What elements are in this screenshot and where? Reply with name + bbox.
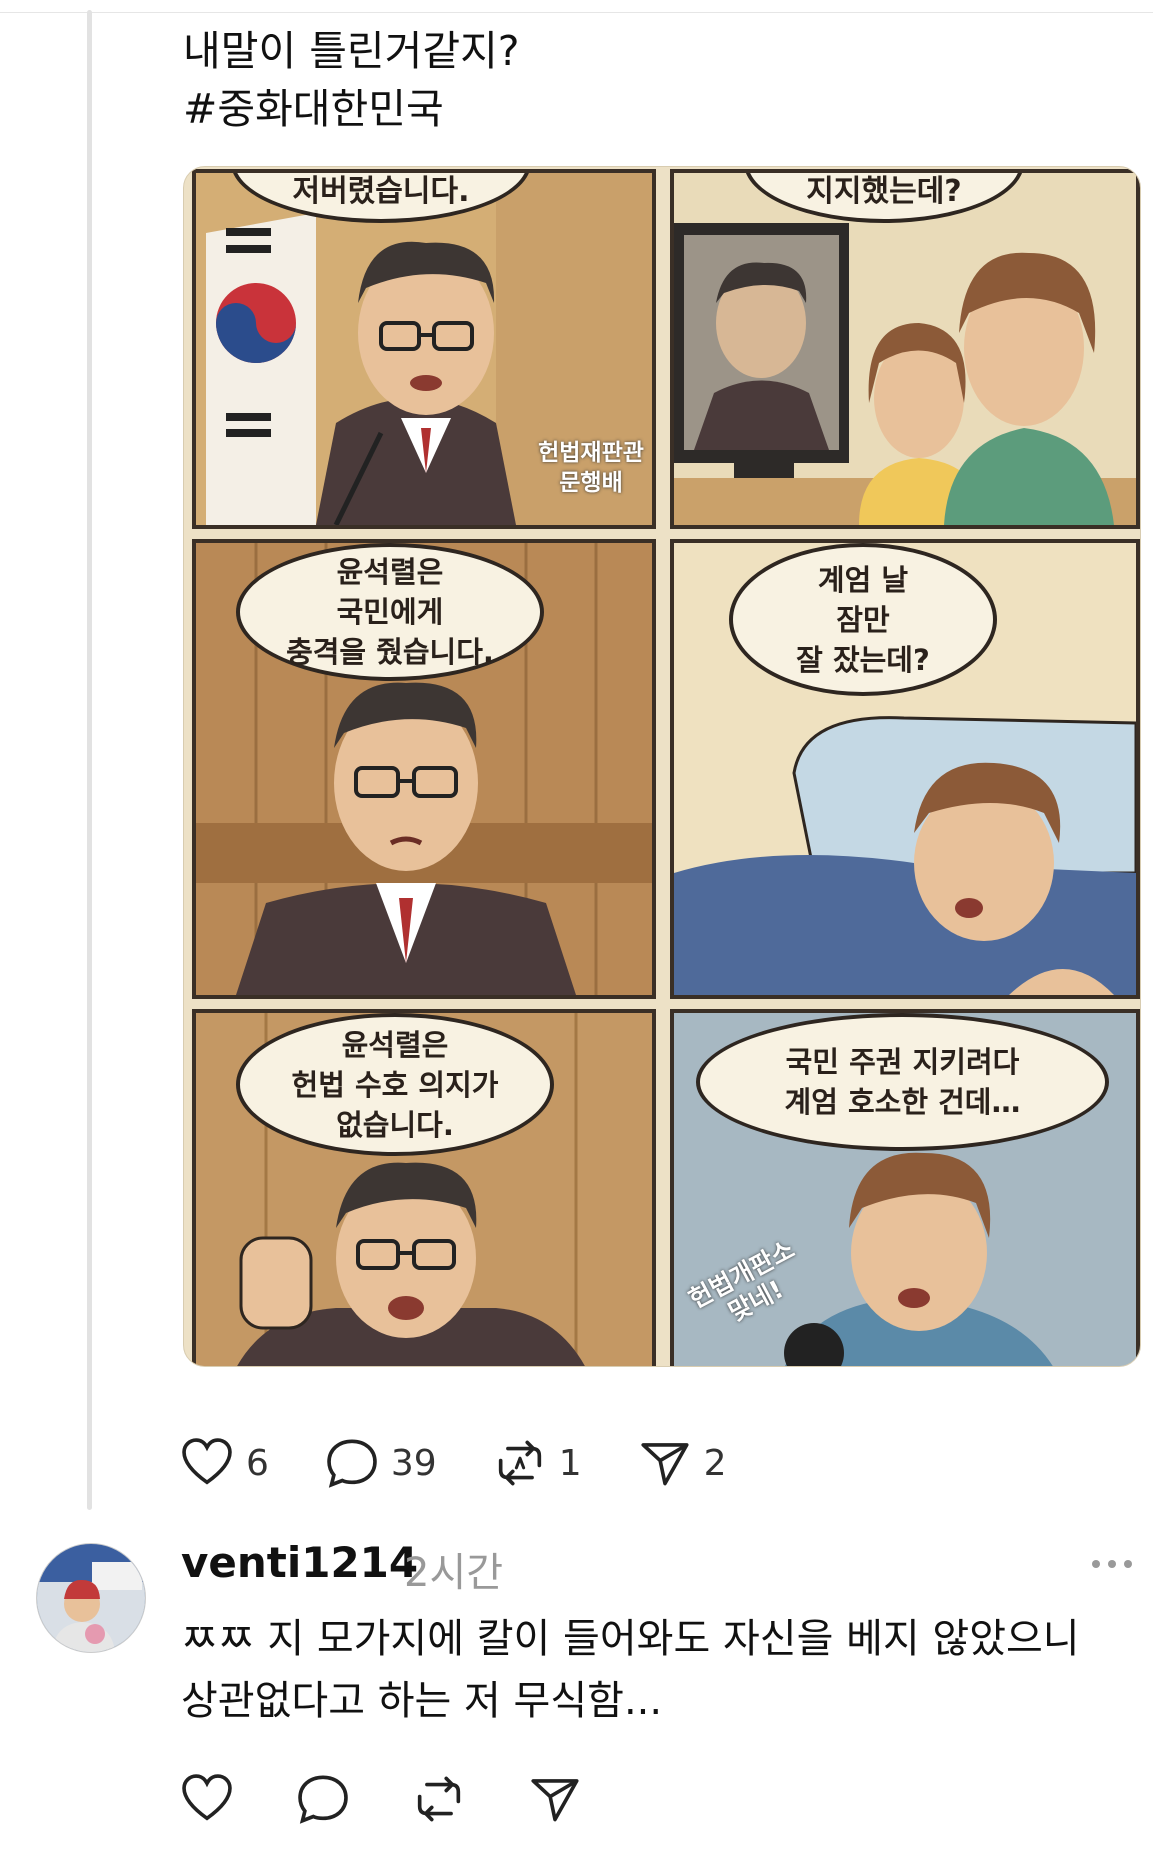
comment-action-bar xyxy=(178,1770,642,1828)
avatar-image xyxy=(37,1544,145,1652)
comic-panel-5: 윤석렬은 헌법 수호 의지가 없습니다. xyxy=(192,1009,656,1366)
comic-panel-4: 계엄 날 잠만 잘 잤는데? xyxy=(670,539,1140,999)
comment-like-button[interactable] xyxy=(178,1770,236,1828)
comment-icon xyxy=(327,1439,377,1488)
repost-icon xyxy=(417,1776,461,1822)
comment-username[interactable]: venti1214 xyxy=(181,1538,418,1587)
share-count: 2 xyxy=(703,1442,727,1484)
share-icon xyxy=(641,1443,689,1486)
comment-repost-button[interactable] xyxy=(410,1770,468,1828)
thread-line xyxy=(87,10,92,1510)
speech-bubble-6: 국민 주권 지키려다 계엄 호소한 건데… xyxy=(696,1013,1109,1151)
comment-text-line-2: 상관없다고 하는 저 무식함... xyxy=(181,1678,663,1724)
post-text: 내말이 틀린거같지? #중화대한민국 xyxy=(183,22,520,138)
reply-button[interactable]: 39 xyxy=(323,1434,437,1492)
comic-panel-3: 윤석렬은 국민에게 충격을 줬습니다. xyxy=(192,539,656,999)
panel-2-art xyxy=(674,173,1136,525)
comic-panel-6: 국민 주권 지키려다 계엄 호소한 건데… 헌법개판소 맞네! xyxy=(670,1009,1140,1366)
comment-share-button[interactable] xyxy=(526,1770,584,1828)
repost-count: 1 xyxy=(558,1442,582,1484)
comment-text: ㅉㅉ 지 모가지에 칼이 들어와도 자신을 베지 않았으니 상관없다고 하는 저… xyxy=(181,1608,1141,1732)
comic-image[interactable]: 저버렸습니다. 헌법재판관 문행배 지지했는데? 윤석렬은 국민에게 충격을 줬… xyxy=(183,166,1141,1367)
reply-count: 39 xyxy=(390,1442,437,1484)
repost-icon xyxy=(498,1440,541,1486)
post-text-line-2[interactable]: #중화대한민국 xyxy=(183,80,520,138)
share-button[interactable]: 2 xyxy=(636,1434,727,1492)
comic-panel-2: 지지했는데? xyxy=(670,169,1140,529)
speech-bubble-5: 윤석렬은 헌법 수호 의지가 없습니다. xyxy=(236,1013,554,1156)
like-count: 6 xyxy=(246,1442,269,1484)
more-icon[interactable] xyxy=(1090,1552,1134,1576)
post-action-bar: 6 39 1 2 xyxy=(178,1428,781,1498)
avatar[interactable] xyxy=(36,1543,146,1653)
speech-bubble-3: 윤석렬은 국민에게 충격을 줬습니다. xyxy=(236,543,544,681)
comment-icon xyxy=(298,1775,348,1824)
comment-text-line-1: ㅉㅉ 지 모가지에 칼이 들어와도 자신을 베지 않았으니 xyxy=(181,1616,1080,1662)
heart-icon xyxy=(182,1774,232,1821)
caption-judge-name: 헌법재판관 문행배 xyxy=(538,440,644,496)
comic-panel-1: 저버렸습니다. 헌법재판관 문행배 xyxy=(192,169,656,529)
repost-button[interactable]: 1 xyxy=(491,1434,582,1492)
comment-reply-button[interactable] xyxy=(294,1770,352,1828)
top-divider xyxy=(0,0,1153,13)
like-button[interactable]: 6 xyxy=(178,1434,269,1492)
post-text-line-1: 내말이 틀린거같지? xyxy=(183,27,520,75)
heart-icon xyxy=(182,1438,232,1485)
share-icon xyxy=(531,1779,579,1822)
comment-timestamp: 2시간 xyxy=(404,1550,504,1596)
speech-bubble-4: 계엄 날 잠만 잘 잤는데? xyxy=(729,543,997,696)
